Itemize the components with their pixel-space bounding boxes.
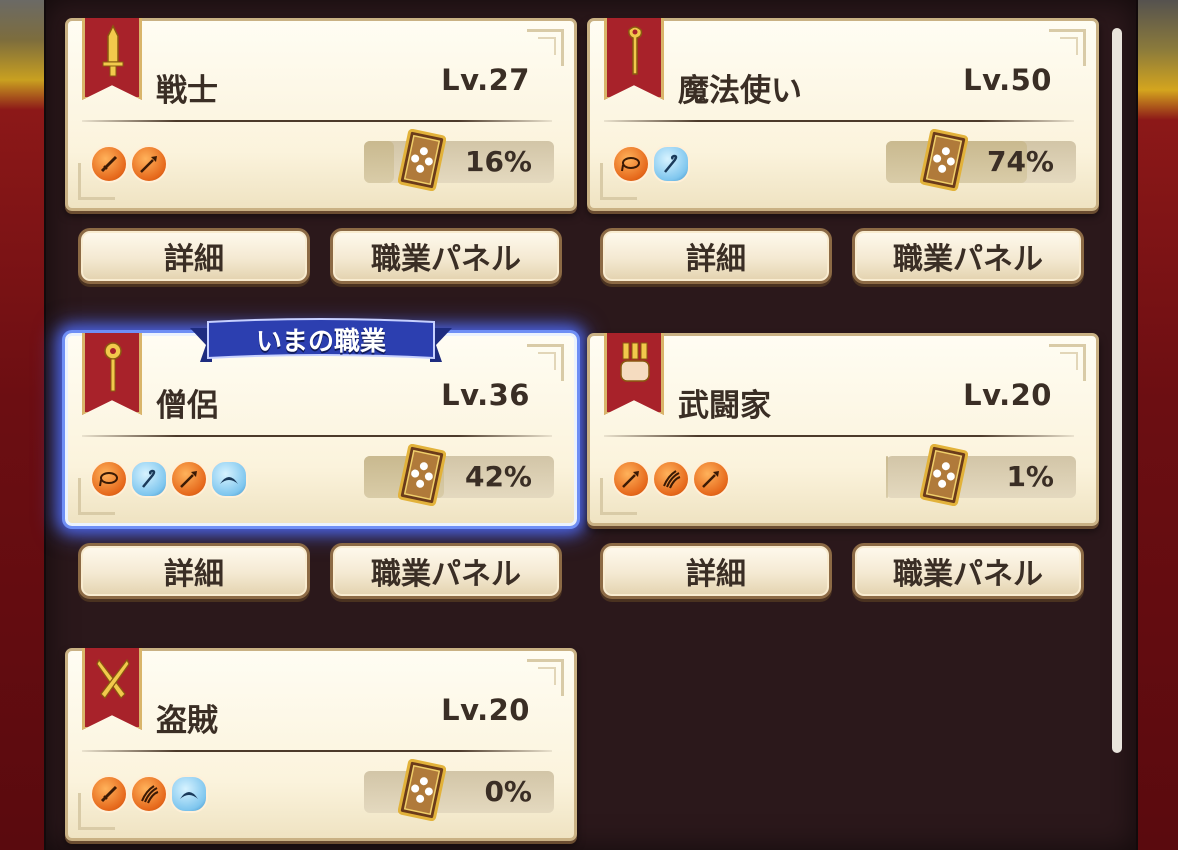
spear-weapon-icon xyxy=(612,460,650,498)
sword-weapon-icon xyxy=(90,145,128,183)
progress-percent: 1% xyxy=(1006,460,1054,493)
sword-weapon-icon xyxy=(90,775,128,813)
card-corner-ornament xyxy=(527,344,564,381)
job-level: Lv.27 xyxy=(441,63,530,97)
boomerang-weapon-icon xyxy=(210,460,248,498)
progress-percent: 16% xyxy=(464,145,532,178)
card-divider xyxy=(82,120,552,122)
card-divider xyxy=(82,435,552,437)
spear-weapon-icon xyxy=(130,145,168,183)
job-panel-button[interactable]: 職業パネル xyxy=(330,543,562,599)
job-panel-progress: 74% xyxy=(886,141,1076,183)
progress-percent: 42% xyxy=(464,460,532,493)
job-level: Lv.50 xyxy=(963,63,1052,97)
job-panel-button[interactable]: 職業パネル xyxy=(852,543,1084,599)
weapon-icons xyxy=(612,145,690,183)
fist-icon xyxy=(620,342,650,382)
job-name: 戦士 xyxy=(156,73,218,109)
scepter-icon xyxy=(104,342,122,392)
weapon-icons xyxy=(90,145,168,183)
scrollbar[interactable] xyxy=(1112,28,1122,753)
job-emblem-banner xyxy=(82,648,142,730)
job-emblem-banner xyxy=(604,18,664,100)
weapon-icons xyxy=(90,460,248,498)
staff-weapon-icon xyxy=(130,460,168,498)
job-panel-board-icon xyxy=(398,129,446,191)
job-level: Lv.36 xyxy=(441,378,530,412)
job-panel-button[interactable]: 職業パネル xyxy=(852,228,1084,284)
card-corner-ornament xyxy=(1049,344,1086,381)
spear-weapon-icon xyxy=(692,460,730,498)
detail-button[interactable]: 詳細 xyxy=(600,543,832,599)
job-name: 魔法使い xyxy=(678,73,802,109)
job-panel-progress: 16% xyxy=(364,141,554,183)
whip-weapon-icon xyxy=(612,145,650,183)
progress-fill xyxy=(364,141,395,183)
detail-button[interactable]: 詳細 xyxy=(600,228,832,284)
job-panel-progress: 1% xyxy=(886,456,1076,498)
boomerang-weapon-icon xyxy=(170,775,208,813)
job-panel-progress: 42% xyxy=(364,456,554,498)
job-panel-board-icon xyxy=(398,759,446,821)
daggers-icon xyxy=(96,658,130,699)
detail-button[interactable]: 詳細 xyxy=(78,228,310,284)
whip-weapon-icon xyxy=(90,460,128,498)
job-level: Lv.20 xyxy=(963,378,1052,412)
job-emblem-banner xyxy=(82,333,142,415)
job-panel-board-icon xyxy=(920,444,968,506)
job-panel-board-icon xyxy=(398,444,446,506)
job-emblem-banner xyxy=(82,18,142,100)
job-card-warrior[interactable]: 戦士 Lv.27 16% xyxy=(65,18,577,211)
wand-icon xyxy=(628,26,643,75)
card-corner-ornament xyxy=(527,29,564,66)
claw-weapon-icon xyxy=(652,460,690,498)
claw-weapon-icon xyxy=(130,775,168,813)
current-job-label: いまの職業 xyxy=(255,326,386,357)
card-corner-ornament xyxy=(527,659,564,696)
job-card-thief[interactable]: 盗賊 Lv.20 0% xyxy=(65,648,577,841)
progress-percent: 74% xyxy=(986,145,1054,178)
job-panel-button[interactable]: 職業パネル xyxy=(330,228,562,284)
job-emblem-banner xyxy=(604,333,664,415)
card-divider xyxy=(82,750,552,752)
job-name: 武闘家 xyxy=(678,388,771,424)
sword-icon xyxy=(102,24,124,77)
weapon-icons xyxy=(90,775,208,813)
progress-percent: 0% xyxy=(484,775,532,808)
job-name: 盗賊 xyxy=(156,703,218,739)
job-panel-board-icon xyxy=(920,129,968,191)
job-name: 僧侶 xyxy=(156,388,218,424)
staff-weapon-icon xyxy=(652,145,690,183)
job-card-martial-artist[interactable]: 武闘家 Lv.20 1% xyxy=(587,333,1099,526)
progress-fill xyxy=(886,456,888,498)
card-corner-ornament xyxy=(1049,29,1086,66)
detail-button[interactable]: 詳細 xyxy=(78,543,310,599)
spear-weapon-icon xyxy=(170,460,208,498)
weapon-icons xyxy=(612,460,730,498)
card-divider xyxy=(604,435,1074,437)
job-level: Lv.20 xyxy=(441,693,530,727)
job-panel-progress: 0% xyxy=(364,771,554,813)
current-job-ribbon: いまの職業 xyxy=(190,316,452,368)
job-card-mage[interactable]: 魔法使い Lv.50 74% xyxy=(587,18,1099,211)
card-divider xyxy=(604,120,1074,122)
background-left xyxy=(0,0,50,850)
